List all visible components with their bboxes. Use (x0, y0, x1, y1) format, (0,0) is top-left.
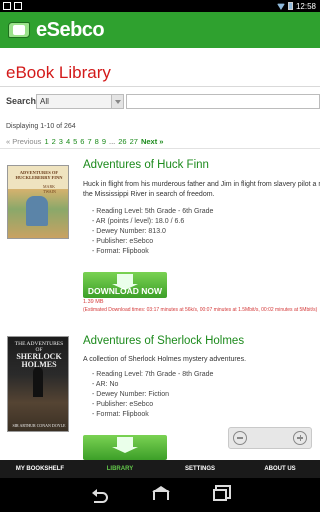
page-link-27[interactable]: 27 (130, 137, 138, 146)
recent-apps-icon[interactable] (213, 489, 227, 501)
book-cover[interactable]: ADVENTURES OF HUCKLEBERRY FINN MARK TWAI… (7, 165, 69, 239)
download-estimate: (Estimated Download times: 03:17 minutes… (83, 307, 318, 313)
download-arrow-icon (112, 437, 138, 453)
search-bar: Search: All (0, 92, 320, 110)
download-button[interactable] (83, 435, 167, 460)
notification-icon (3, 2, 11, 10)
download-arrow-icon (112, 274, 138, 290)
divider (0, 86, 320, 87)
book-meta: Reading Level: 5th Grade - 6th Grade AR … (92, 207, 214, 257)
meta-publisher: Publisher: eSebco (92, 400, 213, 410)
page-link-9[interactable]: 9 (102, 137, 106, 146)
description-line: Huck in flight from his murderous father… (83, 181, 320, 188)
meta-format: Format: Flipbook (92, 247, 213, 257)
cover-author: MARK TWAIN (43, 184, 56, 194)
meta-dewey: Dewey Number: Fiction (92, 390, 213, 400)
page-link-6[interactable]: 6 (80, 137, 84, 146)
bottom-nav: MY BOOKSHELF LIBRARY SETTINGS ABOUT US (0, 460, 320, 478)
book-description: Huck in flight from his murderous father… (83, 180, 320, 199)
next-link[interactable]: Next » (141, 137, 164, 146)
cover-title: ADVENTURES OF HUCKLEBERRY FINN (15, 170, 63, 180)
battery-icon (287, 2, 293, 10)
page-title: eBook Library (6, 63, 111, 82)
book-title[interactable]: Adventures of Sherlock Holmes (83, 335, 244, 347)
book-title[interactable]: Adventures of Huck Finn (83, 159, 209, 171)
zoom-control (228, 427, 312, 449)
system-nav-bar (0, 478, 320, 512)
page-link-5[interactable]: 5 (73, 137, 77, 146)
back-icon[interactable] (92, 489, 109, 503)
nav-library[interactable]: LIBRARY (80, 466, 160, 472)
cover-illustration (33, 367, 43, 397)
search-filter-value: All (40, 96, 49, 106)
cover-title: THE ADVENTURES OF SHERLOCK HOLMES (11, 341, 67, 369)
meta-reading-level: Reading Level: 7th Grade - 8th Grade (92, 370, 213, 380)
divider (0, 148, 320, 149)
description-line: A collection of Sherlock Holmes mystery … (83, 356, 247, 363)
clock: 12:58 (295, 1, 316, 11)
download-notification-icon (14, 2, 22, 10)
page-link-4[interactable]: 4 (66, 137, 70, 146)
download-button[interactable]: DOWNLOAD NOW (83, 272, 167, 298)
meta-format: Format: Flipbook (92, 410, 213, 420)
nav-my-bookshelf[interactable]: MY BOOKSHELF (0, 466, 80, 472)
pagination-ellipsis: ... (108, 137, 116, 146)
description-line: the Mississippi River in search of freed… (83, 190, 215, 198)
zoom-out-icon[interactable] (233, 431, 247, 445)
page-link-1[interactable]: 1 (44, 137, 48, 146)
nav-settings[interactable]: SETTINGS (160, 466, 240, 472)
meta-reading-level: Reading Level: 5th Grade - 6th Grade (92, 207, 213, 217)
meta-publisher: Publisher: eSebco (92, 237, 213, 247)
previous-link[interactable]: « Previous (6, 137, 41, 146)
status-bar: 12:58 (0, 0, 320, 12)
page-link-2[interactable]: 2 (52, 137, 56, 146)
home-icon[interactable] (152, 486, 170, 500)
chevron-down-icon (111, 94, 123, 108)
download-button-label: DOWNLOAD NOW (87, 286, 163, 296)
wifi-icon (276, 3, 285, 10)
app-logo-text: eSebco (36, 18, 105, 41)
download-size: 1.39 MB (83, 299, 104, 305)
page-link-8[interactable]: 8 (95, 137, 99, 146)
logo-icon (6, 20, 32, 40)
app-header: eSebco (0, 12, 320, 48)
book-meta: Reading Level: 7th Grade - 8th Grade AR:… (92, 370, 214, 420)
page-link-3[interactable]: 3 (59, 137, 63, 146)
book-description: A collection of Sherlock Holmes mystery … (83, 355, 320, 365)
page-link-7[interactable]: 7 (87, 137, 91, 146)
book-cover[interactable]: THE ADVENTURES OF SHERLOCK HOLMES SIR AR… (7, 336, 69, 432)
search-label: Search: (6, 96, 40, 106)
zoom-in-icon[interactable] (293, 431, 307, 445)
pagination: « Previous 1 2 3 4 5 6 7 8 9 ... 26 27 N… (6, 137, 163, 146)
meta-ar: AR: No (92, 380, 213, 390)
nav-about-us[interactable]: ABOUT US (240, 466, 320, 472)
page-link-26[interactable]: 26 (118, 137, 126, 146)
search-filter-select[interactable]: All (36, 93, 124, 109)
meta-ar: AR (points / level): 18.0 / 6.6 (92, 217, 213, 227)
cover-author: SIR ARTHUR CONAN DOYLE (12, 423, 66, 428)
search-input[interactable] (126, 93, 320, 109)
results-count: Displaying 1-10 of 264 (6, 123, 76, 130)
cover-illustration (26, 196, 48, 226)
meta-dewey: Dewey Number: 813.0 (92, 227, 213, 237)
